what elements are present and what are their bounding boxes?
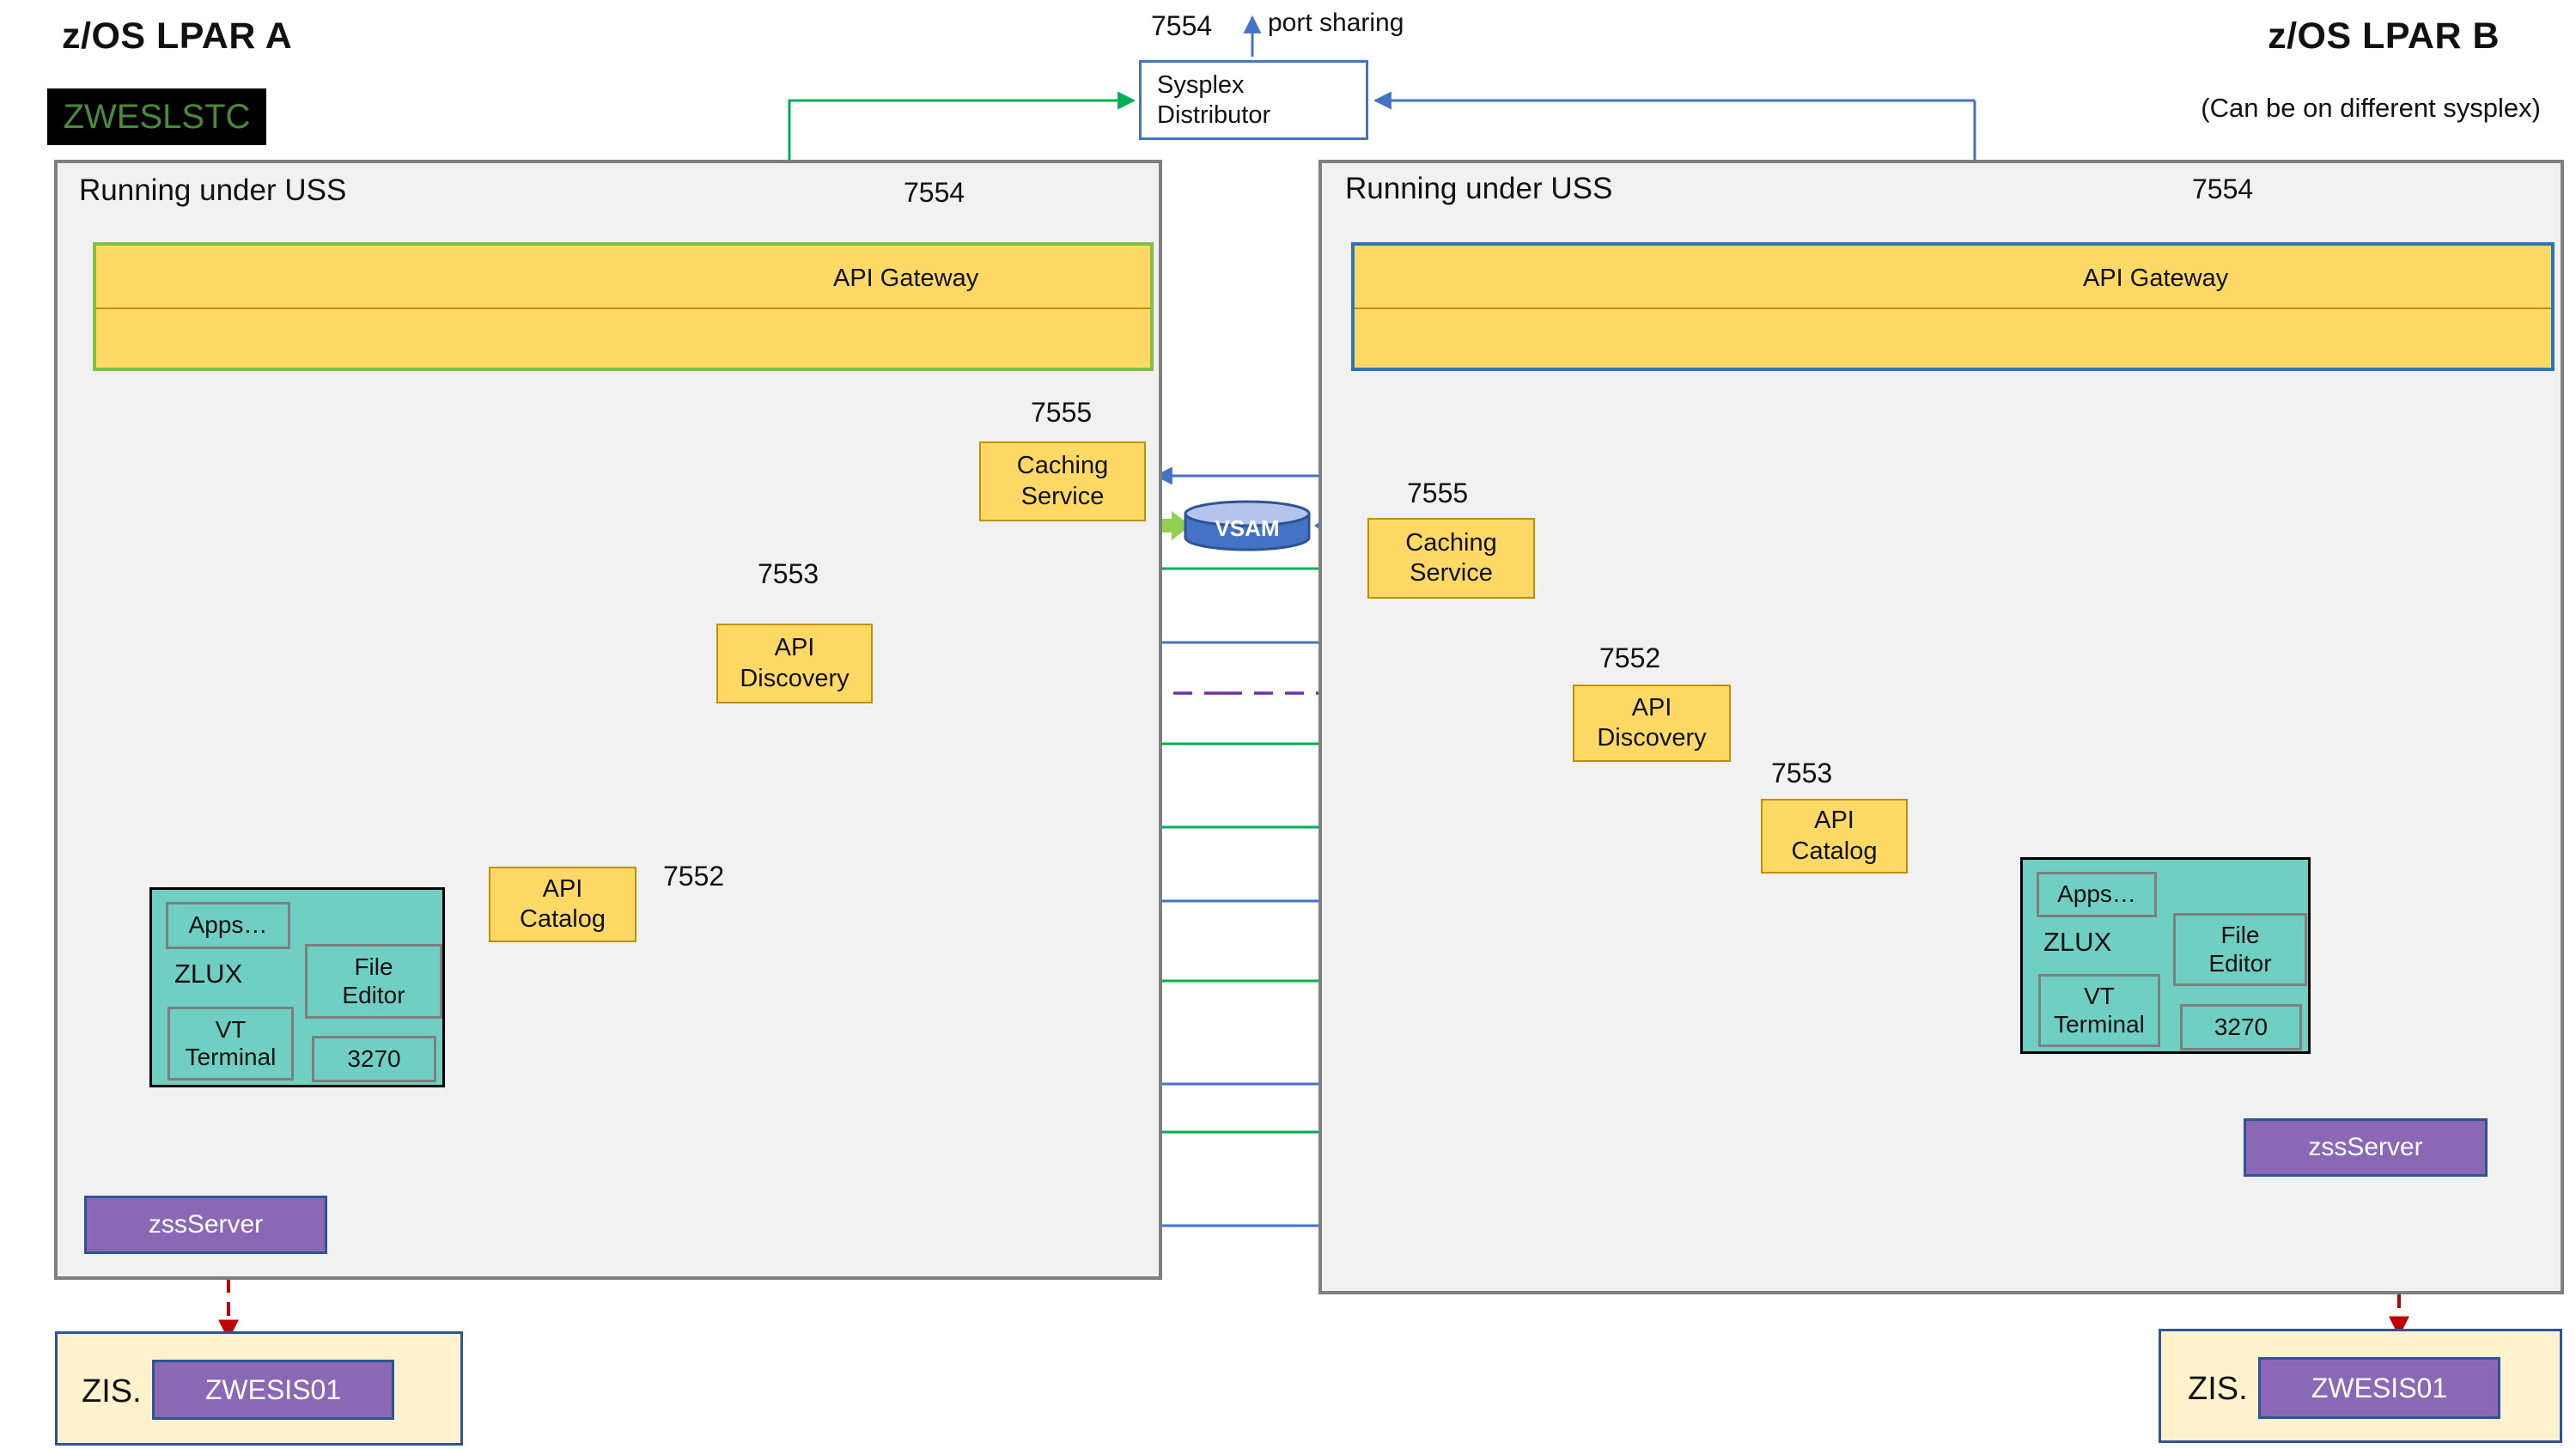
zlux-file-editor-a: File Editor bbox=[305, 944, 442, 1019]
zlux-vt-terminal-a: VT Terminal bbox=[167, 1007, 294, 1081]
gateway-port-a: 7554 bbox=[904, 177, 965, 209]
zlux-file-editor-b: File Editor bbox=[2173, 913, 2307, 986]
zlux-box-a: Apps… ZLUX File Editor VT Terminal 3270 bbox=[149, 887, 445, 1087]
gateway-label-a: API Gateway bbox=[833, 265, 978, 293]
caching-port-b: 7555 bbox=[1407, 478, 1468, 509]
lpar-b-note: (Can be on different sysplex) bbox=[2061, 93, 2541, 124]
catalog-port-b: 7553 bbox=[1771, 758, 1832, 789]
discovery-port-a: 7553 bbox=[758, 558, 819, 590]
port-sharing-label: port sharing bbox=[1268, 9, 1404, 38]
zss-server-a: zssServer bbox=[84, 1196, 327, 1254]
catalog-port-a: 7552 bbox=[663, 861, 724, 892]
zis-box-b: ZIS. ZWESIS01 bbox=[2159, 1329, 2562, 1443]
zweslstc-badge: ZWESLSTC bbox=[47, 88, 266, 145]
zlux-box-b: Apps… ZLUX File Editor VT Terminal 3270 bbox=[2020, 857, 2311, 1054]
sysplex-distributor-box: Sysplex Distributor bbox=[1139, 60, 1368, 140]
zwesis01-b: ZWESIS01 bbox=[2258, 1357, 2500, 1419]
zss-server-b: zssServer bbox=[2244, 1118, 2488, 1177]
zlux-apps-a: Apps… bbox=[166, 902, 290, 949]
zwesis01-a: ZWESIS01 bbox=[152, 1360, 394, 1420]
caching-service-b: Caching Service bbox=[1367, 518, 1535, 599]
zlux-apps-b: Apps… bbox=[2037, 872, 2157, 917]
gateway-label-b: API Gateway bbox=[2083, 265, 2228, 293]
zlux-3270-b: 3270 bbox=[2180, 1004, 2302, 1050]
api-catalog-b: API Catalog bbox=[1761, 799, 1908, 874]
discovery-port-b: 7552 bbox=[1599, 642, 1660, 674]
gateway-port-b: 7554 bbox=[2192, 174, 2253, 205]
api-catalog-a: API Catalog bbox=[489, 867, 636, 942]
api-gateway-a: API Gateway bbox=[93, 242, 1154, 371]
api-discovery-b: API Discovery bbox=[1573, 685, 1731, 762]
uss-header-b: Running under USS bbox=[1345, 172, 1612, 206]
zlux-3270-a: 3270 bbox=[312, 1036, 436, 1082]
zowe-ha-architecture-diagram: z/OS LPAR A ZWESLSTC z/OS LPAR B (Can be… bbox=[0, 0, 2576, 1449]
gateway-divider bbox=[1355, 307, 2551, 309]
zis-label-a: ZIS. bbox=[82, 1373, 142, 1410]
zis-box-a: ZIS. ZWESIS01 bbox=[55, 1331, 463, 1446]
port-sharing-port: 7554 bbox=[1151, 10, 1212, 42]
zis-label-b: ZIS. bbox=[2188, 1371, 2248, 1408]
caching-port-a: 7555 bbox=[1031, 397, 1092, 429]
zlux-title-a: ZLUX bbox=[174, 959, 242, 989]
lpar-a-title: z/OS LPAR A bbox=[62, 15, 292, 58]
caching-service-a: Caching Service bbox=[979, 441, 1146, 521]
gateway-divider bbox=[96, 307, 1150, 309]
vsam-label: VSAM bbox=[1190, 515, 1305, 542]
uss-header-a: Running under USS bbox=[79, 174, 346, 208]
zlux-vt-terminal-b: VT Terminal bbox=[2038, 974, 2160, 1047]
lpar-b-title: z/OS LPAR B bbox=[2061, 15, 2500, 58]
zlux-title-b: ZLUX bbox=[2043, 927, 2111, 958]
api-discovery-a: API Discovery bbox=[716, 624, 873, 703]
api-gateway-b: API Gateway bbox=[1351, 242, 2555, 371]
